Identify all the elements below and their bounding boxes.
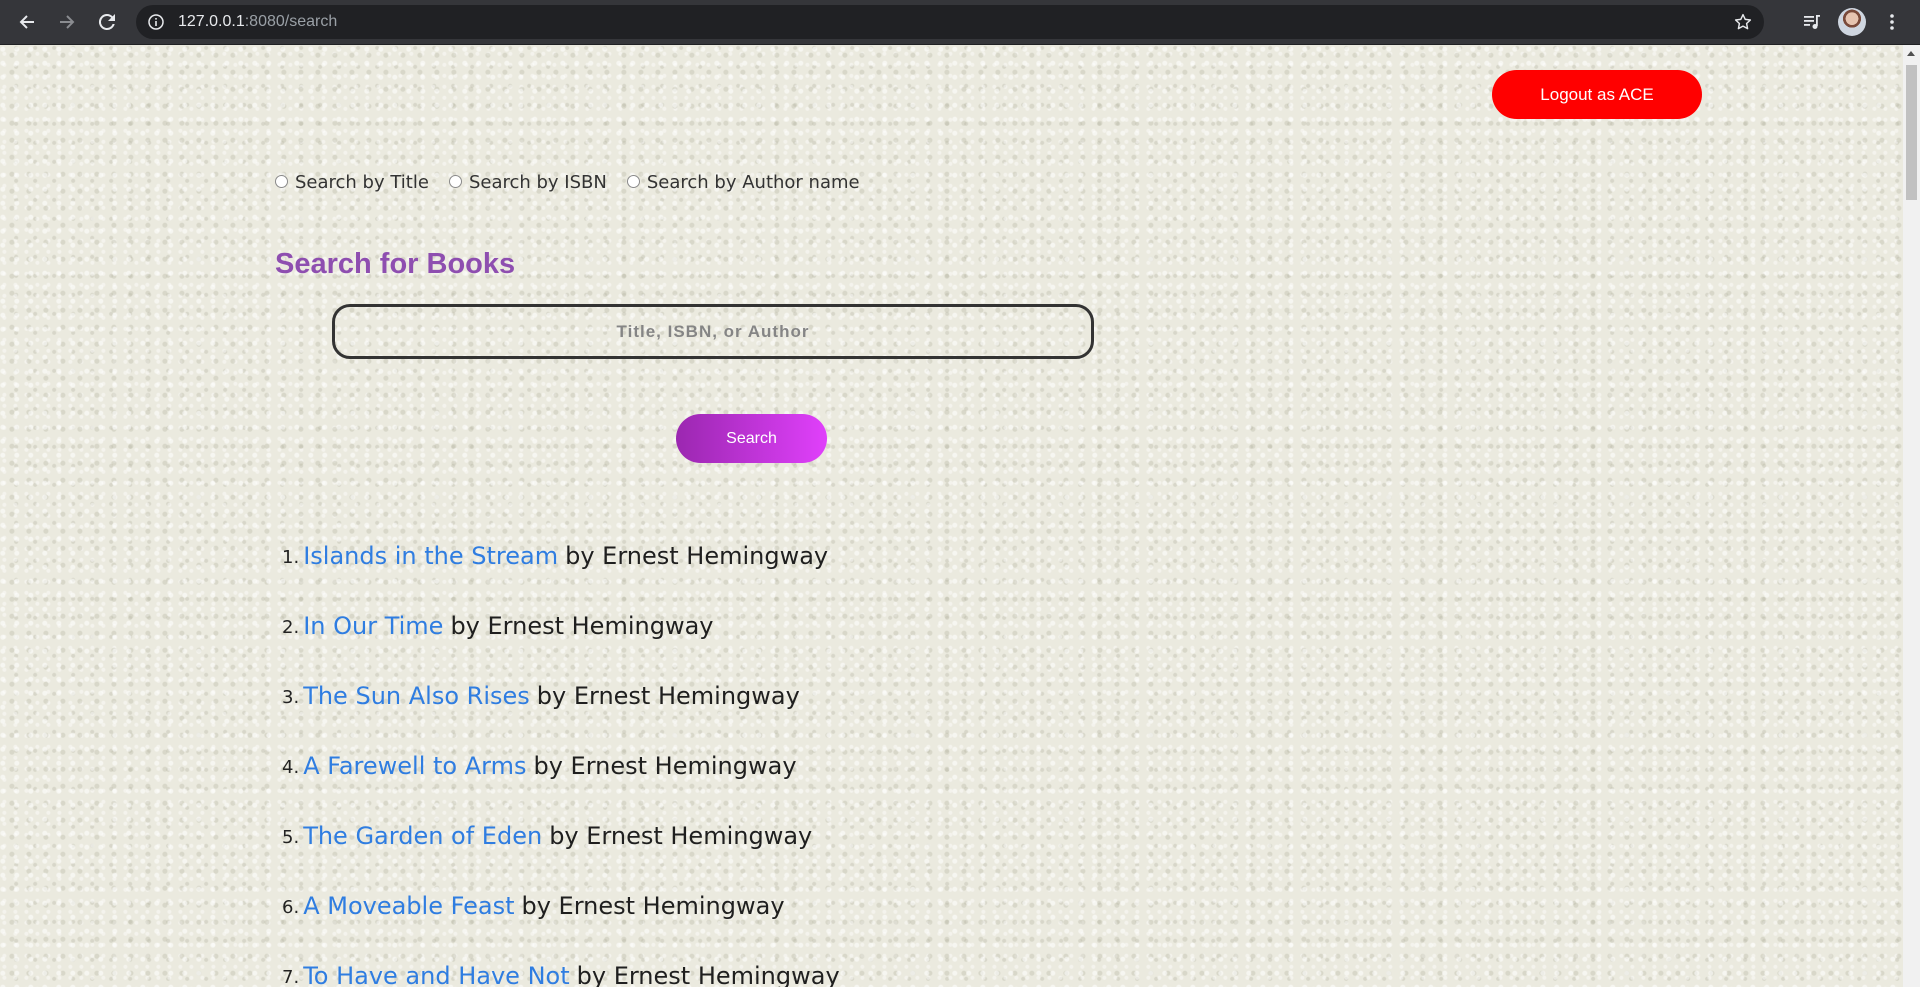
radio-search-by-title[interactable]: Search by Title xyxy=(275,172,429,193)
kebab-menu-icon[interactable] xyxy=(1880,10,1904,34)
list-item: 7. To Have and Have Not by Ernest Heming… xyxy=(282,962,840,987)
site-info-icon[interactable] xyxy=(148,14,164,30)
book-title-link[interactable]: A Farewell to Arms xyxy=(303,752,526,780)
book-author: by Ernest Hemingway xyxy=(549,822,813,850)
book-author: by Ernest Hemingway xyxy=(565,542,829,570)
url-path: :8080/search xyxy=(244,13,338,30)
book-author: by Ernest Hemingway xyxy=(533,752,797,780)
results-list: 1. Islands in the Stream by Ernest Hemin… xyxy=(282,542,840,987)
result-number: 5. xyxy=(282,827,300,848)
book-title-link[interactable]: In Our Time xyxy=(303,612,443,640)
profile-avatar[interactable] xyxy=(1838,8,1866,36)
result-number: 7. xyxy=(282,967,300,987)
book-author: by Ernest Hemingway xyxy=(450,612,714,640)
search-mode-radio-group: Search by Title Search by ISBN Search by… xyxy=(275,172,880,193)
logout-button[interactable]: Logout as ACE xyxy=(1492,70,1702,119)
scrollbar-thumb[interactable] xyxy=(1906,65,1917,200)
address-bar[interactable]: 127.0.0.1:8080/search xyxy=(136,5,1764,39)
media-queue-icon[interactable] xyxy=(1800,10,1824,34)
back-arrow-icon[interactable] xyxy=(15,10,39,34)
search-button[interactable]: Search xyxy=(676,414,827,463)
radio-label-title: Search by Title xyxy=(295,172,429,193)
list-item: 6. A Moveable Feast by Ernest Hemingway xyxy=(282,892,840,962)
scroll-up-arrow-icon[interactable] xyxy=(1907,51,1915,56)
result-number: 2. xyxy=(282,617,300,638)
book-title-link[interactable]: The Garden of Eden xyxy=(303,822,542,850)
book-author: by Ernest Hemingway xyxy=(521,892,785,920)
page-viewport: Logout as ACE Search by Title Search by … xyxy=(0,45,1920,987)
page-scrollbar[interactable] xyxy=(1903,45,1920,987)
browser-toolbar: 127.0.0.1:8080/search xyxy=(0,0,1920,45)
result-number: 4. xyxy=(282,757,300,778)
book-title-link[interactable]: A Moveable Feast xyxy=(303,892,514,920)
book-author: by Ernest Hemingway xyxy=(576,962,840,987)
radio-circle-icon[interactable] xyxy=(448,174,462,188)
url-text: 127.0.0.1:8080/search xyxy=(178,13,337,31)
book-title-link[interactable]: To Have and Have Not xyxy=(303,962,569,987)
book-title-link[interactable]: Islands in the Stream xyxy=(303,542,558,570)
radio-search-by-isbn[interactable]: Search by ISBN xyxy=(448,172,607,193)
list-item: 1. Islands in the Stream by Ernest Hemin… xyxy=(282,542,840,612)
list-item: 2. In Our Time by Ernest Hemingway xyxy=(282,612,840,682)
radio-label-author: Search by Author name xyxy=(646,172,860,193)
result-number: 6. xyxy=(282,897,300,918)
book-title-link[interactable]: The Sun Also Rises xyxy=(303,682,530,710)
radio-search-by-author[interactable]: Search by Author name xyxy=(626,172,860,193)
forward-arrow-icon[interactable] xyxy=(55,10,79,34)
search-heading: Search for Books xyxy=(275,248,516,280)
list-item: 5. The Garden of Eden by Ernest Hemingwa… xyxy=(282,822,840,892)
result-number: 1. xyxy=(282,547,300,568)
book-author: by Ernest Hemingway xyxy=(536,682,800,710)
bookmark-star-icon[interactable] xyxy=(1734,13,1752,31)
reload-icon[interactable] xyxy=(95,10,119,34)
radio-circle-icon[interactable] xyxy=(626,174,640,188)
list-item: 4. A Farewell to Arms by Ernest Hemingwa… xyxy=(282,752,840,822)
list-item: 3. The Sun Also Rises by Ernest Hemingwa… xyxy=(282,682,840,752)
result-number: 3. xyxy=(282,687,300,708)
url-host: 127.0.0.1 xyxy=(178,13,245,30)
radio-label-isbn: Search by ISBN xyxy=(468,172,607,193)
radio-circle-icon[interactable] xyxy=(275,174,288,188)
search-input[interactable] xyxy=(332,304,1094,359)
